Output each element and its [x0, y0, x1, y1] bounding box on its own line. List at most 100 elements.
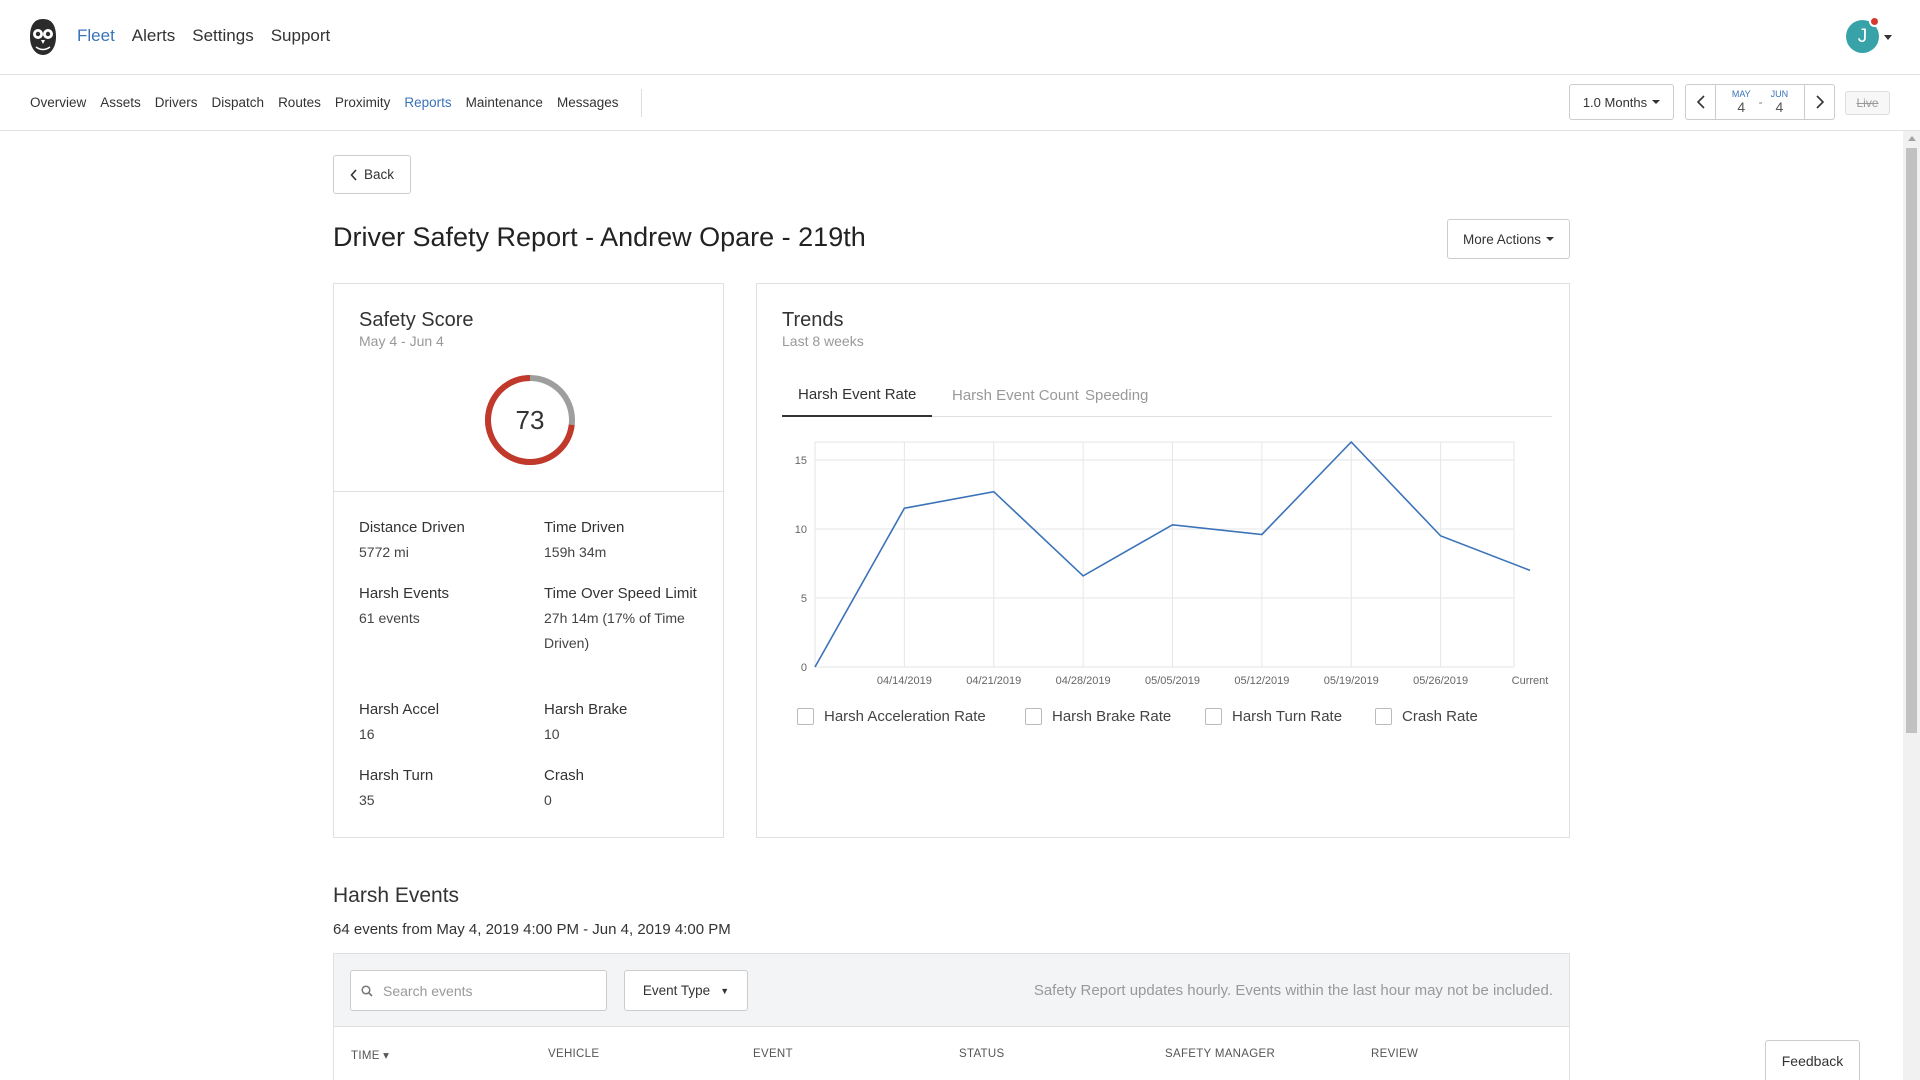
stat-value: 10: [544, 726, 560, 742]
divider: [334, 491, 723, 492]
stat-value: 16: [359, 726, 375, 742]
chevron-down-icon[interactable]: [1884, 35, 1892, 40]
legend-harsh-turn-rate[interactable]: Harsh Turn Rate: [1205, 708, 1342, 725]
owl-logo-icon[interactable]: [28, 17, 58, 57]
column-status[interactable]: STATUS: [959, 1048, 1004, 1060]
subnav-messages[interactable]: Messages: [557, 95, 619, 110]
nav-support[interactable]: Support: [271, 26, 331, 46]
date-end-day: 4: [1775, 99, 1784, 115]
page-title: Driver Safety Report - Andrew Opare - 21…: [333, 222, 866, 252]
live-button[interactable]: Live: [1845, 91, 1890, 115]
date-start-month: MAY: [1731, 89, 1751, 99]
stat-harsh-brake: Harsh Brake 10: [544, 697, 709, 747]
stat-crash: Crash 0: [544, 763, 709, 813]
range-dropdown[interactable]: 1.0 Months: [1569, 84, 1674, 120]
feedback-button[interactable]: Feedback: [1765, 1040, 1860, 1080]
column-vehicle[interactable]: VEHICLE: [548, 1048, 599, 1060]
back-label: Back: [363, 167, 394, 182]
date-end: JUN 4: [1771, 89, 1789, 115]
harsh-event-rate-chart: 0 5 10 15 04/14/2019 04/21/2019 04/28/2019 05/0…: [795, 440, 1548, 687]
next-range-button[interactable]: [1804, 85, 1834, 119]
x-tick-label: 05/05/2019: [1145, 675, 1200, 687]
subnav-reports[interactable]: Reports: [404, 95, 451, 110]
subnav-maintenance[interactable]: Maintenance: [466, 95, 543, 110]
legend-harsh-brake-rate[interactable]: Harsh Brake Rate: [1025, 708, 1171, 725]
search-input[interactable]: [383, 982, 583, 999]
legend-label: Crash Rate: [1402, 708, 1478, 725]
events-table-header: TIME ▾ VEHICLE EVENT STATUS SAFETY MANAG…: [333, 1027, 1570, 1080]
previous-range-button[interactable]: [1686, 85, 1716, 119]
sub-header: Overview Assets Drivers Dispatch Routes …: [0, 75, 1920, 131]
y-tick-label: 0: [801, 662, 807, 674]
legend-crash-rate[interactable]: Crash Rate: [1375, 708, 1478, 725]
x-tick-label: 05/26/2019: [1413, 675, 1468, 687]
scroll-up-arrow-icon[interactable]: [1908, 136, 1916, 141]
harsh-events-summary: 64 events from May 4, 2019 4:00 PM - Jun…: [333, 921, 731, 938]
back-button[interactable]: Back: [333, 155, 411, 194]
subnav-proximity[interactable]: Proximity: [335, 95, 391, 110]
column-event[interactable]: EVENT: [753, 1048, 793, 1060]
safety-score-range: May 4 - Jun 4: [359, 333, 444, 349]
nav-alerts[interactable]: Alerts: [132, 26, 175, 46]
caret-down-icon: [1546, 237, 1555, 241]
checkbox[interactable]: [1375, 708, 1392, 725]
stat-value: 35: [359, 792, 375, 808]
x-tick-label: 05/19/2019: [1324, 675, 1379, 687]
safety-score-card: Safety Score May 4 - Jun 4 73 Distance D…: [333, 283, 724, 838]
subnav-overview[interactable]: Overview: [30, 95, 86, 110]
date-end-month: JUN: [1770, 89, 1789, 99]
chevron-right-icon: [1815, 95, 1824, 109]
y-tick-label: 15: [795, 455, 807, 467]
divider: [641, 89, 642, 117]
main-nav: Fleet Alerts Settings Support: [77, 26, 330, 46]
checkbox[interactable]: [1205, 708, 1222, 725]
column-review[interactable]: REVIEW: [1371, 1048, 1418, 1060]
date-start-day: 4: [1737, 99, 1746, 115]
stat-time-over-speed-limit: Time Over Speed Limit 27h 14m (17% of Ti…: [544, 581, 699, 656]
checkbox[interactable]: [797, 708, 814, 725]
chevron-left-icon: [350, 168, 357, 181]
search-icon: [361, 984, 373, 997]
column-time[interactable]: TIME ▾: [351, 1048, 389, 1062]
subnav-assets[interactable]: Assets: [100, 95, 141, 110]
stat-label: Time Driven: [544, 519, 625, 536]
trends-card: Trends Last 8 weeks Harsh Event Rate Har…: [756, 283, 1570, 838]
x-tick-label: 04/21/2019: [966, 675, 1021, 687]
more-actions-button[interactable]: More Actions: [1447, 219, 1570, 259]
search-field[interactable]: [350, 970, 607, 1011]
subnav-routes[interactable]: Routes: [278, 95, 321, 110]
x-tick-label: 05/12/2019: [1234, 675, 1289, 687]
x-tick-label: 04/28/2019: [1056, 675, 1111, 687]
safety-score-value: 73: [515, 404, 545, 435]
stat-label: Harsh Events: [359, 585, 450, 602]
date-range-display[interactable]: MAY 4 - JUN 4: [1716, 85, 1804, 119]
nav-fleet[interactable]: Fleet: [77, 26, 115, 46]
date-range-picker: MAY 4 - JUN 4: [1685, 84, 1835, 120]
update-note: Safety Report updates hourly. Events wit…: [1033, 982, 1553, 999]
y-tick-label: 10: [795, 524, 807, 536]
legend-harsh-acceleration-rate[interactable]: Harsh Acceleration Rate: [797, 708, 986, 725]
y-tick-label: 5: [801, 593, 807, 605]
column-safety-manager[interactable]: SAFETY MANAGER: [1165, 1048, 1275, 1060]
checkbox[interactable]: [1025, 708, 1042, 725]
range-label: 1.0 Months: [1582, 94, 1648, 110]
legend-label: Harsh Brake Rate: [1052, 708, 1172, 725]
stat-value: 61 events: [359, 610, 420, 626]
event-type-dropdown[interactable]: Event Type ▼: [624, 970, 748, 1011]
x-tick-label: 04/14/2019: [877, 675, 932, 687]
sub-nav: Overview Assets Drivers Dispatch Routes …: [30, 95, 618, 110]
nav-settings[interactable]: Settings: [192, 26, 253, 46]
date-separator: -: [1758, 95, 1763, 109]
scrollbar-thumb[interactable]: [1906, 148, 1917, 733]
subnav-drivers[interactable]: Drivers: [155, 95, 198, 110]
subnav-dispatch[interactable]: Dispatch: [212, 95, 265, 110]
date-start: MAY 4: [1732, 89, 1751, 115]
chevron-left-icon: [1696, 95, 1705, 109]
legend-label: Harsh Acceleration Rate: [824, 708, 986, 725]
events-filter-bar: Event Type ▼ Safety Report updates hourl…: [333, 953, 1570, 1027]
stat-value: 0: [544, 792, 552, 808]
stat-label: Time Over Speed Limit: [544, 585, 697, 602]
legend-label: Harsh Turn Rate: [1232, 708, 1343, 725]
notification-dot: [1869, 16, 1880, 27]
event-type-label: Event Type: [642, 983, 711, 998]
